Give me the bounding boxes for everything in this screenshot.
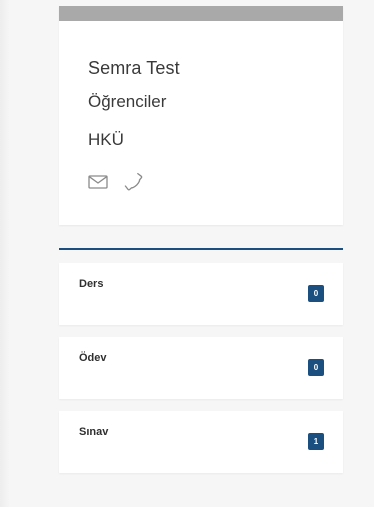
section-divider (59, 248, 343, 250)
stat-label: Ders (79, 278, 104, 290)
user-name: Semra Test (88, 58, 180, 78)
profile-card: Semra Test Öğrenciler HKÜ (59, 6, 343, 225)
contact-icons (87, 171, 145, 193)
stat-card-ders[interactable]: Ders 0 (59, 263, 343, 325)
stat-label: Ödev (79, 352, 107, 364)
user-role: Öğrenciler (88, 92, 167, 111)
stat-card-sinav[interactable]: Sınav 1 (59, 411, 343, 473)
count-badge: 1 (308, 433, 324, 450)
stat-label: Sınav (79, 426, 109, 438)
count-badge: 0 (308, 285, 324, 302)
count-badge: 0 (308, 359, 324, 376)
profile-card-header-bar (59, 6, 343, 21)
envelope-icon[interactable] (87, 171, 109, 193)
page-left-shadow (0, 0, 10, 507)
phone-icon[interactable] (123, 171, 145, 193)
user-organization: HKÜ (88, 130, 124, 149)
stat-card-odev[interactable]: Ödev 0 (59, 337, 343, 399)
